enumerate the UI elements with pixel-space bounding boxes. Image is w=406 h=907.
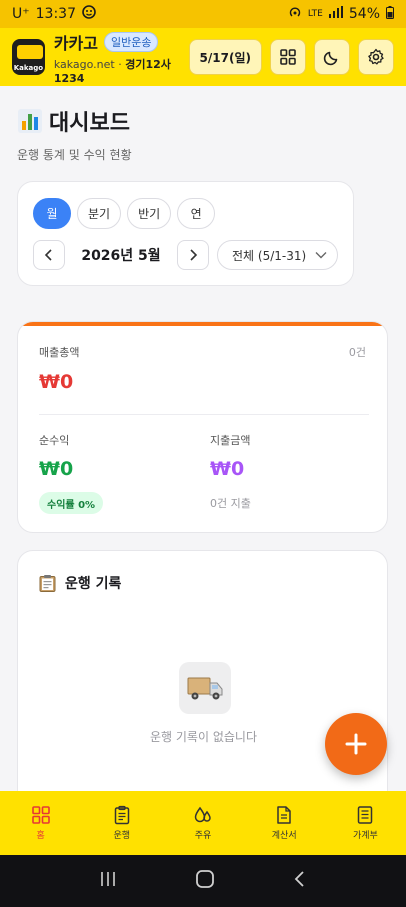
next-period-button[interactable]: [177, 240, 209, 270]
tab-half-year[interactable]: 반기: [127, 198, 172, 229]
app-name: 카카고: [53, 33, 98, 53]
revenue-count: 0건: [348, 346, 366, 359]
nav-label-trips: 운행: [113, 831, 131, 841]
clipboard-list-icon: [114, 805, 130, 825]
range-dropdown[interactable]: 전체 (5/1-31): [217, 240, 338, 270]
ledger-icon: [358, 806, 373, 824]
nav-label-ledger: 가계부: [352, 831, 378, 841]
date-button[interactable]: 5/17(일): [188, 39, 262, 75]
trip-records-card: 운행 기록 운행 기록이 없습니다: [17, 550, 388, 810]
signal-icon: [328, 6, 343, 22]
nav-invoice[interactable]: 계산서: [244, 791, 325, 855]
gear-icon: [368, 48, 384, 65]
carrier-label: U⁺: [12, 6, 30, 22]
divider: [39, 414, 369, 415]
nav-ledger[interactable]: 가계부: [325, 791, 406, 855]
tab-year[interactable]: 연: [177, 198, 216, 229]
dark-mode-button[interactable]: [314, 39, 350, 75]
recent-apps-icon[interactable]: [99, 870, 117, 892]
revenue-value: ₩0: [39, 371, 74, 393]
trips-title: 운행 기록: [65, 576, 122, 592]
chevron-left-icon: [44, 249, 52, 261]
home-icon[interactable]: [195, 869, 215, 893]
nav-home[interactable]: 홈: [0, 791, 81, 855]
system-navigation-bar: [0, 855, 406, 907]
profit-label: 순수익: [39, 434, 70, 447]
separator: ·: [114, 57, 126, 71]
profit-value: ₩0: [39, 458, 74, 480]
clock: 13:37: [35, 6, 76, 22]
grid-menu-button[interactable]: [270, 39, 306, 75]
page-subtitle: 운행 통계 및 수익 현황: [17, 148, 132, 162]
grid-icon: [280, 49, 296, 65]
battery-level: 54%: [348, 6, 380, 22]
nav-label-invoice: 계산서: [271, 831, 297, 841]
nav-trips[interactable]: 운행: [81, 791, 162, 855]
tab-month[interactable]: 월: [33, 198, 71, 229]
chevron-down-icon: [315, 252, 327, 259]
home-grid-icon: [31, 806, 50, 824]
expense-label: 지출금액: [210, 434, 251, 447]
expense-count: 0건 지출: [210, 497, 251, 510]
delivery-truck-icon: [179, 662, 231, 714]
bottom-navigation: 홈 운행 주유 계산서 가계부: [0, 791, 406, 855]
period-selector-card: 월 분기 반기 연 2026년 5월 전체 (5/1-31): [17, 181, 354, 286]
bar-chart-icon: [18, 109, 42, 133]
nav-fuel[interactable]: 주유: [162, 791, 243, 855]
add-trip-button[interactable]: [325, 713, 387, 775]
period-tabs: 월 분기 반기 연: [33, 198, 216, 229]
page-title-row: 대시보드: [17, 105, 130, 137]
status-bar: U⁺ 13:37 LTE 54%: [0, 0, 406, 28]
profit-rate-badge: 수익률 0%: [39, 492, 104, 514]
notification-icon: [82, 5, 96, 23]
settings-button[interactable]: [358, 39, 394, 75]
fuel-drop-icon: [194, 806, 211, 823]
chevron-right-icon: [190, 249, 198, 261]
transport-type-badge: 일반운송: [104, 31, 159, 52]
moon-icon: [323, 51, 338, 66]
app-logo[interactable]: Kakago: [12, 39, 45, 75]
nav-label-home: 홈: [36, 831, 45, 841]
nav-label-fuel: 주유: [194, 831, 212, 841]
plus-icon: [345, 733, 367, 755]
hotspot-icon: [288, 5, 302, 23]
domain-label: kakago.net: [53, 57, 115, 71]
current-period-label: 2026년 5월: [81, 248, 161, 264]
battery-icon: [386, 5, 394, 23]
back-icon[interactable]: [293, 870, 307, 892]
tab-quarter[interactable]: 분기: [77, 198, 122, 229]
revenue-label: 매출총액: [39, 346, 80, 359]
clipboard-icon: [39, 575, 56, 592]
revenue-stats-card: 매출총액 0건 ₩0 순수익 ₩0 수익률 0% 지출금액 ₩0 0건 지출: [17, 321, 388, 533]
app-header: Kakago 카카고 일반운송 kakago.net · 경기12사1234 5…: [0, 28, 406, 86]
range-value: 전체 (5/1-31): [232, 248, 307, 263]
logo-text: Kakago: [13, 64, 44, 72]
prev-period-button[interactable]: [33, 240, 65, 270]
invoice-icon: [277, 806, 291, 824]
page-title: 대시보드: [49, 111, 130, 136]
network-type: LTE: [307, 8, 323, 19]
expense-value: ₩0: [210, 458, 245, 480]
accent-bar: [18, 322, 387, 326]
